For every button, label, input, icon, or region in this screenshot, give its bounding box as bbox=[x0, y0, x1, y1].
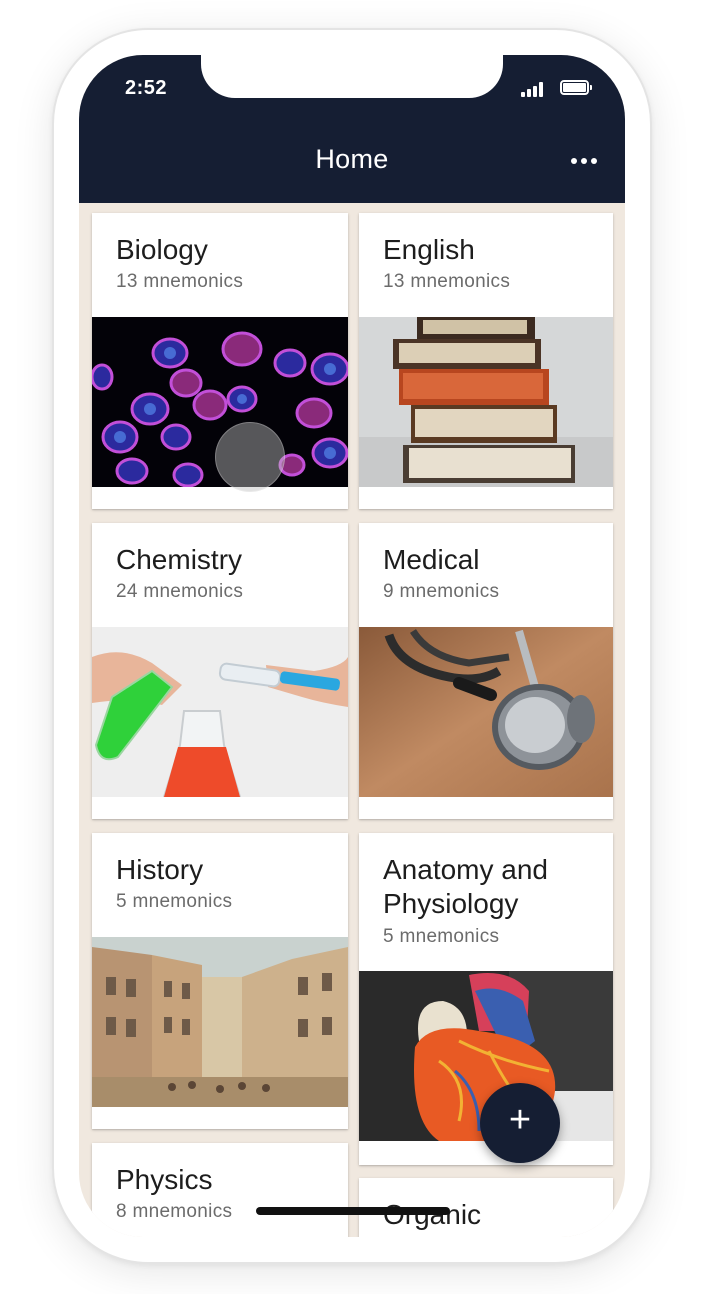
app-screen: 2:52 Home Biology 13 mnemonics English 1… bbox=[79, 55, 625, 1237]
card-count: 5 mnemonics bbox=[116, 891, 233, 912]
card-image-chemistry bbox=[92, 627, 348, 797]
card-title: Biology bbox=[116, 234, 208, 265]
card-title: Anatomy and Physiology bbox=[383, 854, 548, 919]
add-category-button[interactable]: + bbox=[480, 1083, 560, 1163]
card-title: English bbox=[383, 234, 475, 265]
category-card-history[interactable]: History 5 mnemonics bbox=[92, 833, 348, 1129]
category-card-medical[interactable]: Medical 9 mnemonics bbox=[359, 523, 613, 819]
status-time: 2:52 bbox=[125, 77, 168, 99]
category-card-physics[interactable]: Physics 8 mnemonics bbox=[92, 1143, 348, 1237]
category-card-chemistry[interactable]: Chemistry 24 mnemonics bbox=[92, 523, 348, 819]
page-title: Home bbox=[315, 144, 389, 174]
card-title: History bbox=[116, 854, 204, 885]
card-count: 13 mnemonics bbox=[116, 271, 244, 292]
plus-icon: + bbox=[508, 1099, 532, 1141]
card-count: 9 mnemonics bbox=[383, 581, 500, 602]
card-title: Physics bbox=[116, 1164, 213, 1195]
card-title: Medical bbox=[383, 544, 480, 575]
more-options-icon[interactable] bbox=[569, 157, 599, 167]
card-count: 5 mnemonics bbox=[383, 926, 500, 947]
category-card-english[interactable]: English 13 mnemonics bbox=[359, 213, 613, 509]
card-image-english bbox=[359, 317, 613, 487]
card-image-history bbox=[92, 937, 348, 1107]
signal-icon bbox=[521, 81, 547, 97]
card-count: 8 mnemonics bbox=[116, 1201, 233, 1222]
device-notch bbox=[201, 55, 503, 98]
card-title: Organic bbox=[383, 1198, 599, 1232]
touch-indicator bbox=[215, 422, 285, 492]
card-count: 24 mnemonics bbox=[116, 581, 244, 602]
home-indicator[interactable] bbox=[256, 1207, 450, 1215]
card-image-medical bbox=[359, 627, 613, 797]
card-title: Chemistry bbox=[116, 544, 243, 575]
battery-icon bbox=[560, 80, 592, 95]
app-header: 2:52 Home bbox=[79, 55, 625, 203]
card-count: 13 mnemonics bbox=[383, 271, 511, 292]
